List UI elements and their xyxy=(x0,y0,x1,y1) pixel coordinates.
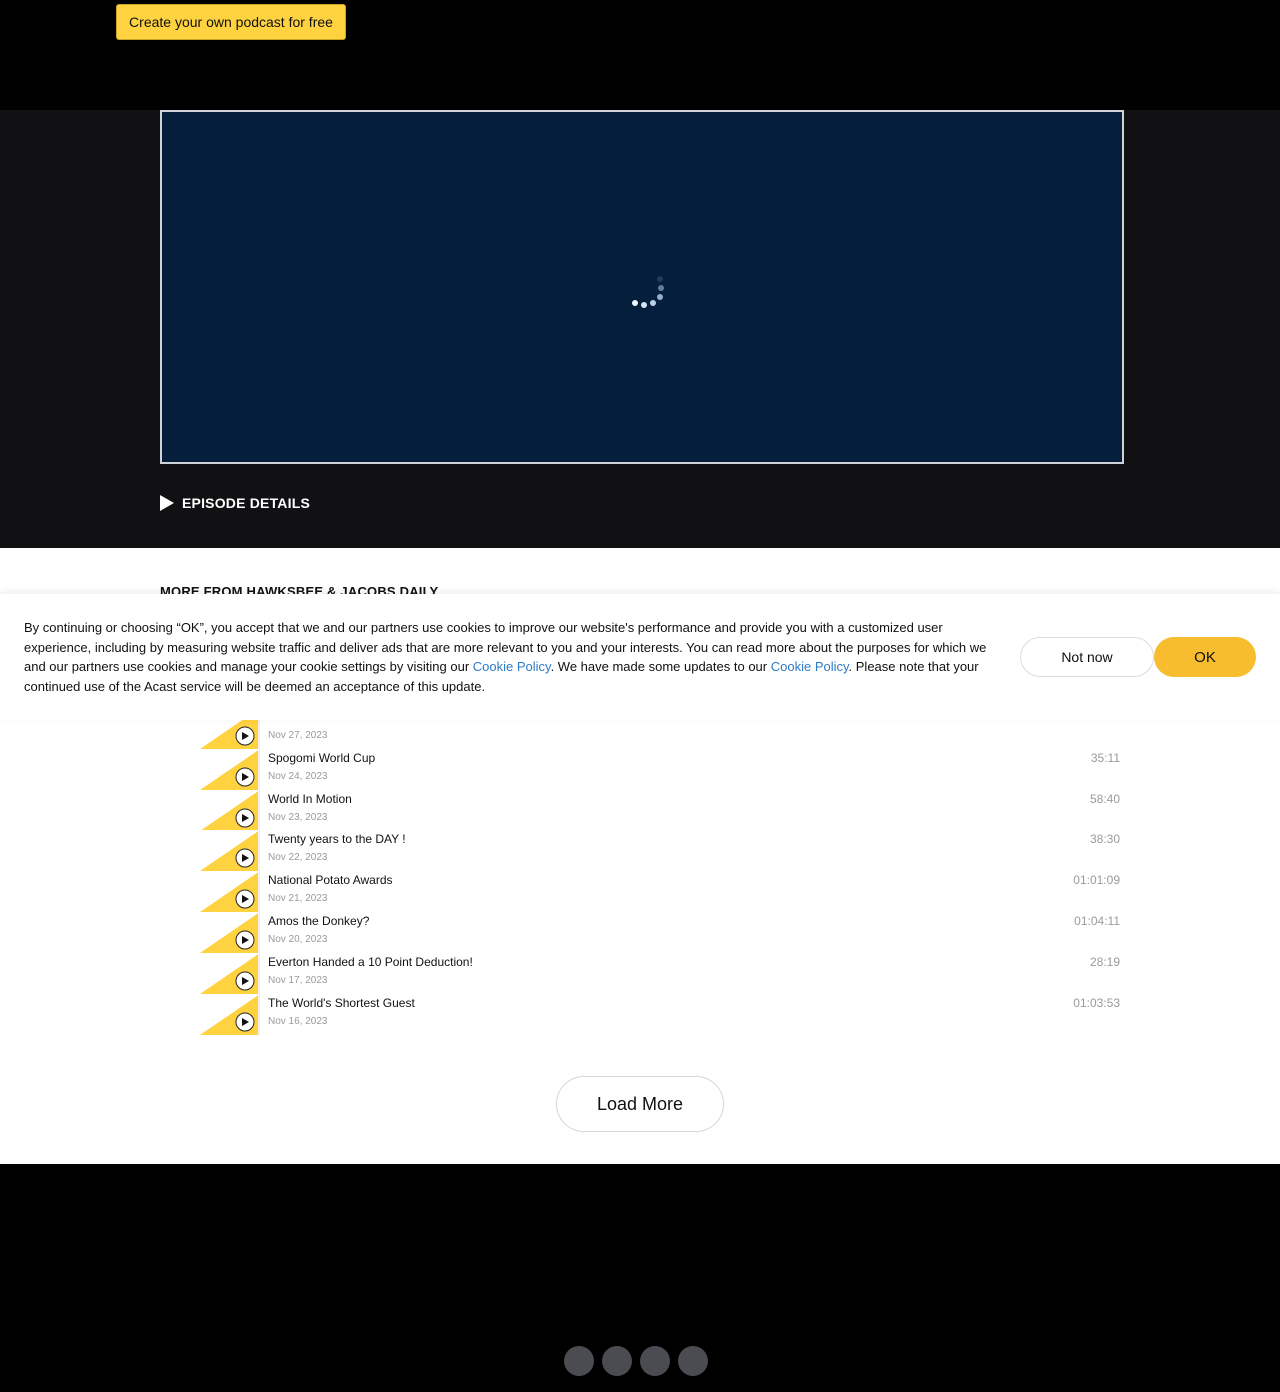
episode-row[interactable]: Amos the Donkey? Nov 20, 2023 01:04:11 xyxy=(200,912,1120,953)
episode-details-toggle[interactable]: EPISODE DETAILS xyxy=(160,495,310,511)
cookie-policy-link[interactable]: Cookie Policy xyxy=(771,659,849,674)
episode-artwork[interactable] xyxy=(200,871,260,913)
not-now-button[interactable]: Not now xyxy=(1020,637,1154,677)
play-icon[interactable] xyxy=(200,952,260,994)
episode-row[interactable]: Twenty years to the DAY ! Nov 22, 2023 38:… xyxy=(200,830,1120,872)
social-icon[interactable] xyxy=(640,1346,670,1376)
top-bar: Create your own podcast for free xyxy=(0,0,1280,110)
episode-duration: 01:04:11 xyxy=(1074,914,1120,928)
player-section: EPISODE DETAILS xyxy=(0,110,1280,548)
social-icon[interactable] xyxy=(564,1346,594,1376)
episode-title[interactable]: Twenty years to the DAY ! xyxy=(268,832,406,846)
episode-title[interactable]: National Potato Awards xyxy=(268,873,393,887)
play-icon[interactable] xyxy=(200,789,260,831)
social-icon[interactable] xyxy=(602,1346,632,1376)
episode-artwork[interactable] xyxy=(200,952,260,994)
episode-title[interactable]: Spogomi World Cup xyxy=(268,751,375,765)
episode-duration: 58:40 xyxy=(1089,791,1120,806)
episode-duration: 38:30 xyxy=(1089,832,1120,847)
episode-title[interactable]: The World's Shortest Guest xyxy=(268,996,415,1010)
episode-date: Nov 21, 2023 xyxy=(268,893,328,905)
episode-row[interactable]: The World's Shortest Guest Nov 16, 2023 01… xyxy=(200,993,1120,1035)
episode-row[interactable]: Spogomi World Cup Nov 24, 2023 35:11 xyxy=(200,748,1120,790)
episode-title[interactable]: Amos the Donkey? xyxy=(268,914,369,928)
cookie-text-part: . We have made some updates to our xyxy=(550,659,771,674)
play-icon[interactable] xyxy=(200,830,260,872)
episode-artwork[interactable] xyxy=(200,789,260,831)
play-triangle-icon xyxy=(160,495,174,511)
episode-duration: 01:01:09 xyxy=(1073,873,1120,888)
episode-date: Nov 16, 2023 xyxy=(268,1015,328,1027)
create-podcast-button[interactable]: Create your own podcast for free xyxy=(116,4,346,40)
episode-artwork[interactable] xyxy=(200,993,260,1035)
play-icon[interactable] xyxy=(200,912,260,953)
episode-title[interactable]: World In Motion xyxy=(268,792,352,806)
episode-date: Nov 23, 2023 xyxy=(268,811,328,823)
episode-row[interactable]: National Potato Awards Nov 21, 2023 01:01:… xyxy=(200,871,1120,913)
play-icon[interactable] xyxy=(200,748,260,790)
cookie-policy-link[interactable]: Cookie Policy xyxy=(473,659,551,674)
ok-button[interactable]: OK xyxy=(1154,637,1256,677)
episode-date: Nov 22, 2023 xyxy=(268,852,328,864)
episode-title[interactable]: Everton Handed a 10 Point Deduction! xyxy=(268,955,473,969)
episode-row[interactable]: Everton Handed a 10 Point Deduction! Nov … xyxy=(200,952,1120,994)
episode-date: Nov 17, 2023 xyxy=(268,974,328,986)
episode-duration: 28:19 xyxy=(1089,954,1120,969)
episode-artwork[interactable] xyxy=(200,748,260,790)
audio-player[interactable] xyxy=(160,110,1124,464)
episode-artwork[interactable] xyxy=(200,830,260,872)
episode-row[interactable]: World In Motion Nov 23, 2023 58:40 xyxy=(200,789,1120,831)
cookie-notice-text: By continuing or choosing “OK”, you acce… xyxy=(24,618,996,696)
footer xyxy=(0,1164,1280,1392)
cookie-banner: By continuing or choosing “OK”, you acce… xyxy=(0,594,1280,720)
episode-duration: 01:03:53 xyxy=(1073,995,1120,1010)
episode-date: Nov 27, 2023 xyxy=(268,730,328,741)
episode-date: Nov 24, 2023 xyxy=(268,770,328,782)
episode-date: Nov 20, 2023 xyxy=(268,934,328,945)
social-icon[interactable] xyxy=(678,1346,708,1376)
loading-spinner-icon xyxy=(628,272,668,312)
play-icon[interactable] xyxy=(200,993,260,1035)
load-more-button[interactable]: Load More xyxy=(556,1076,724,1132)
episode-details-label: EPISODE DETAILS xyxy=(182,495,310,511)
play-icon[interactable] xyxy=(200,871,260,913)
episode-artwork[interactable] xyxy=(200,912,260,953)
episode-duration: 35:11 xyxy=(1090,750,1120,765)
